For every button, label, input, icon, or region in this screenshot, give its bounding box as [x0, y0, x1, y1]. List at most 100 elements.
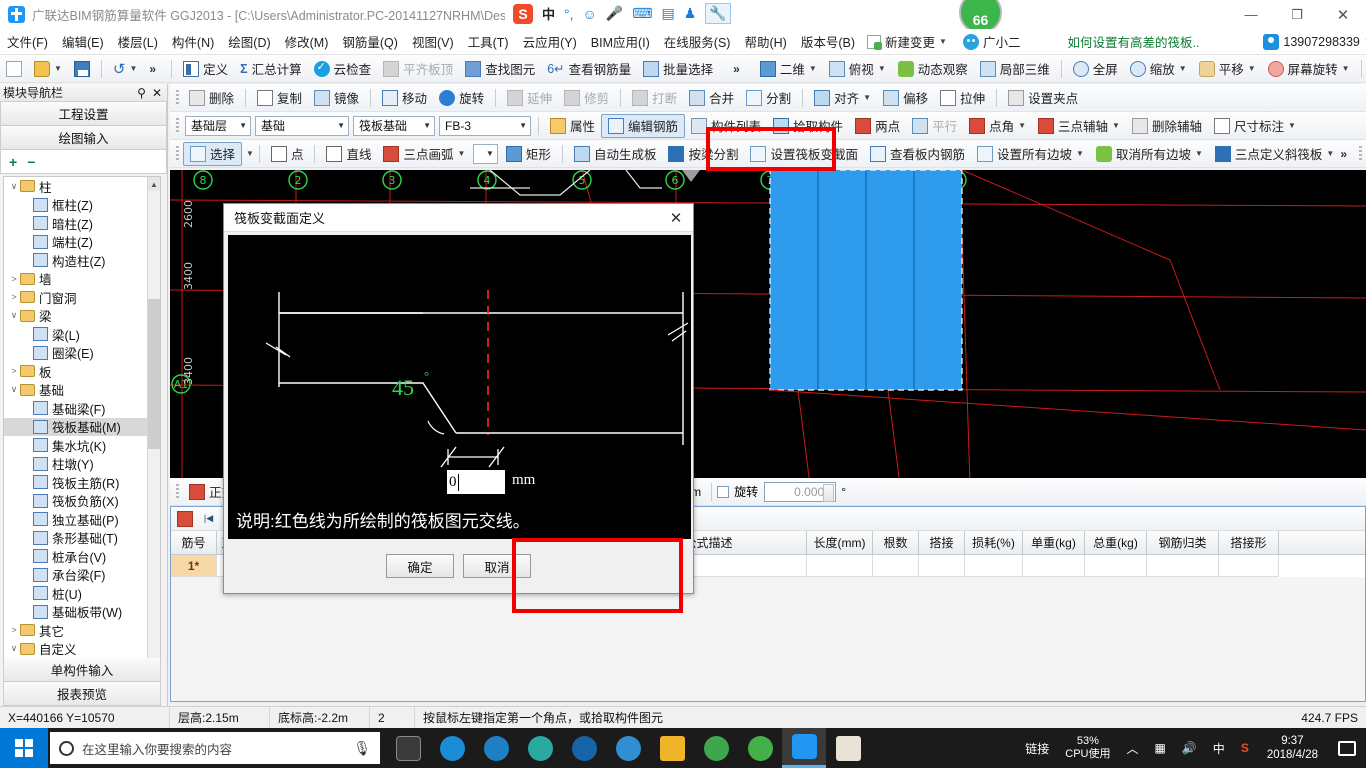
fullscreen-button[interactable]: 全屏 [1067, 57, 1124, 81]
tree-item[interactable]: > 门窗洞 [4, 288, 148, 307]
tree-item[interactable]: 条形基础(T) [4, 529, 148, 548]
table-cell[interactable] [1147, 555, 1219, 577]
view-rebar-qty-button[interactable]: 6↵ 查看钢筋量 [541, 57, 637, 81]
menu-view[interactable]: 视图(V) [405, 29, 461, 54]
new-file-button[interactable] [0, 57, 28, 81]
chevron-down-icon[interactable]: ▼ [246, 149, 254, 158]
chevron-down-icon[interactable]: ∨ [8, 310, 20, 321]
orbit-button[interactable]: 动态观察 [892, 57, 974, 81]
copy-button[interactable]: 复制 [251, 86, 308, 110]
three-point-slope-raft-button[interactable]: 三点定义斜筏板 ▼ [1209, 142, 1340, 166]
menu-modify[interactable]: 修改(M) [278, 29, 336, 54]
column-header[interactable]: 根数 [873, 531, 919, 554]
close-button[interactable]: ✕ [1320, 0, 1366, 29]
column-header[interactable]: 钢筋归类 [1147, 531, 1219, 554]
table-cell[interactable] [965, 555, 1023, 577]
network-icon[interactable]: ▦ [1147, 728, 1174, 768]
taskbar-app-ggj[interactable] [782, 728, 826, 768]
menu-help[interactable]: 帮助(H) [737, 29, 793, 54]
chevron-down-icon[interactable]: ∨ [8, 384, 20, 395]
tree-item[interactable]: 梁(L) [4, 325, 148, 344]
cancel-button[interactable]: 取消 [463, 554, 531, 578]
menu-file[interactable]: 文件(F) [0, 29, 55, 54]
property-button[interactable]: 属性 [544, 114, 601, 138]
table-cell[interactable] [873, 555, 919, 577]
table-cell[interactable] [919, 555, 965, 577]
taskbar-app-chrome[interactable] [694, 728, 738, 768]
tree-item[interactable]: 圈梁(E) [4, 344, 148, 363]
edit-rebar-button[interactable]: 编辑钢筋 [601, 113, 686, 138]
tree-item[interactable]: 筏板主筋(R) [4, 473, 148, 492]
top-view-button[interactable]: 俯视 ▼ [823, 57, 892, 81]
taskbar-app-explorer[interactable] [650, 728, 694, 768]
taskbar-app-cortana[interactable] [430, 728, 474, 768]
pan-button[interactable]: 平移 ▼ [1193, 57, 1262, 81]
menu-version[interactable]: 版本号(B) [794, 29, 862, 54]
set-grip-button[interactable]: 设置夹点 [1002, 86, 1084, 110]
taskbar-app-edge-legacy[interactable] [474, 728, 518, 768]
dimension-button[interactable]: 尺寸标注 ▼ [1208, 114, 1302, 138]
tree-item[interactable]: ∨ 自定义 [4, 640, 148, 659]
microphone-icon[interactable]: 🎙 [353, 740, 371, 757]
tab-project-settings[interactable]: 工程设置 [0, 102, 167, 126]
user-account[interactable]: 13907298339 ▼ [1263, 33, 1366, 50]
minimize-button[interactable]: — [1228, 0, 1274, 29]
promo-link[interactable]: 如何设置有高差的筏板.. [1067, 32, 1199, 51]
table-cell[interactable] [1023, 555, 1085, 577]
ok-button[interactable]: 确定 [386, 554, 454, 578]
point-angle-button[interactable]: 点角 ▼ [963, 114, 1032, 138]
task-view-button[interactable] [386, 728, 430, 768]
rotate-button[interactable]: 旋转 [433, 86, 490, 110]
three-point-axis-button[interactable]: 三点辅轴 ▼ [1032, 114, 1126, 138]
column-header[interactable]: 单重(kg) [1023, 531, 1085, 554]
undo-button[interactable]: ↺ ▼ [107, 57, 144, 81]
cpu-usage-indicator[interactable]: 53% CPU使用 [1057, 728, 1118, 768]
toolbar-grip[interactable] [176, 483, 179, 500]
menu-draw[interactable]: 绘图(D) [221, 29, 277, 54]
dialog-close-icon[interactable]: ✕ [659, 204, 693, 231]
clock[interactable]: 9:37 2018/4/28 [1257, 728, 1328, 768]
table-cell[interactable] [807, 555, 873, 577]
ime-skin-icon[interactable]: ♟ [684, 5, 697, 22]
screen-rotate-button[interactable]: 屏幕旋转 ▼ [1262, 57, 1356, 81]
ime-punctuation-icon[interactable]: °, [564, 6, 574, 22]
open-file-button[interactable]: ▼ [28, 57, 68, 81]
ime-tray-language[interactable]: 中 [1205, 728, 1233, 768]
column-header[interactable]: 搭接 [919, 531, 965, 554]
table-cell[interactable] [1085, 555, 1147, 577]
table-cell[interactable] [1219, 555, 1279, 577]
tree-item[interactable]: ∨ 基础 [4, 381, 148, 400]
tab-report-preview[interactable]: 报表预览 [3, 682, 161, 706]
zoom-button[interactable]: 缩放 ▼ [1124, 57, 1193, 81]
scroll-up-icon[interactable]: ▲ [148, 177, 160, 191]
tray-sogou-icon[interactable]: S [1233, 728, 1257, 768]
component-tree[interactable]: ∨ 柱框柱(Z) 暗柱(Z) 端柱(Z) 构造柱(Z) > 墙 > 门窗洞 ∨ 梁梁(L) 圈梁(E)… [3, 176, 161, 676]
close-icon[interactable]: ✕ [152, 86, 162, 100]
stretch-button[interactable]: 拉伸 [934, 86, 991, 110]
set-raft-section-button[interactable]: 设置筏板变截面 [744, 142, 864, 166]
start-button[interactable] [0, 728, 48, 768]
component-list-button[interactable]: 构件列表 [685, 114, 767, 138]
tree-item[interactable]: 集水坑(K) [4, 436, 148, 455]
first-record-button[interactable]: |◀ [200, 510, 217, 527]
menu-bim-app[interactable]: BIM应用(I) [584, 29, 657, 54]
summary-calc-button[interactable]: Σ 汇总计算 [234, 57, 308, 81]
offset-input[interactable]: 0 [446, 469, 506, 495]
tree-item[interactable]: 端柱(Z) [4, 233, 148, 252]
split-by-beam-button[interactable]: 按梁分割 [662, 142, 744, 166]
tab-single-component-input[interactable]: 单构件输入 [3, 658, 161, 682]
find-element-button[interactable]: 查找图元 [459, 57, 541, 81]
component-type-combo[interactable]: 筏板基础 ▼ [353, 115, 435, 136]
chevron-right-icon[interactable]: > [8, 274, 20, 284]
volume-icon[interactable]: 🔊 [1174, 728, 1205, 768]
taskbar-app-spiral[interactable] [518, 728, 562, 768]
taskbar-app-green[interactable] [738, 728, 782, 768]
set-all-slope-button[interactable]: 设置所有边坡 ▼ [971, 142, 1090, 166]
point-tool-button[interactable]: 点 [265, 142, 310, 166]
toolbar-grip[interactable] [1359, 145, 1362, 162]
menu-tools[interactable]: 工具(T) [461, 29, 516, 54]
ime-card-icon[interactable]: ▤ [661, 5, 674, 22]
action-center-icon[interactable] [1338, 740, 1356, 756]
select-tool-button[interactable]: 选择 [183, 141, 243, 166]
save-file-button[interactable] [68, 57, 96, 81]
